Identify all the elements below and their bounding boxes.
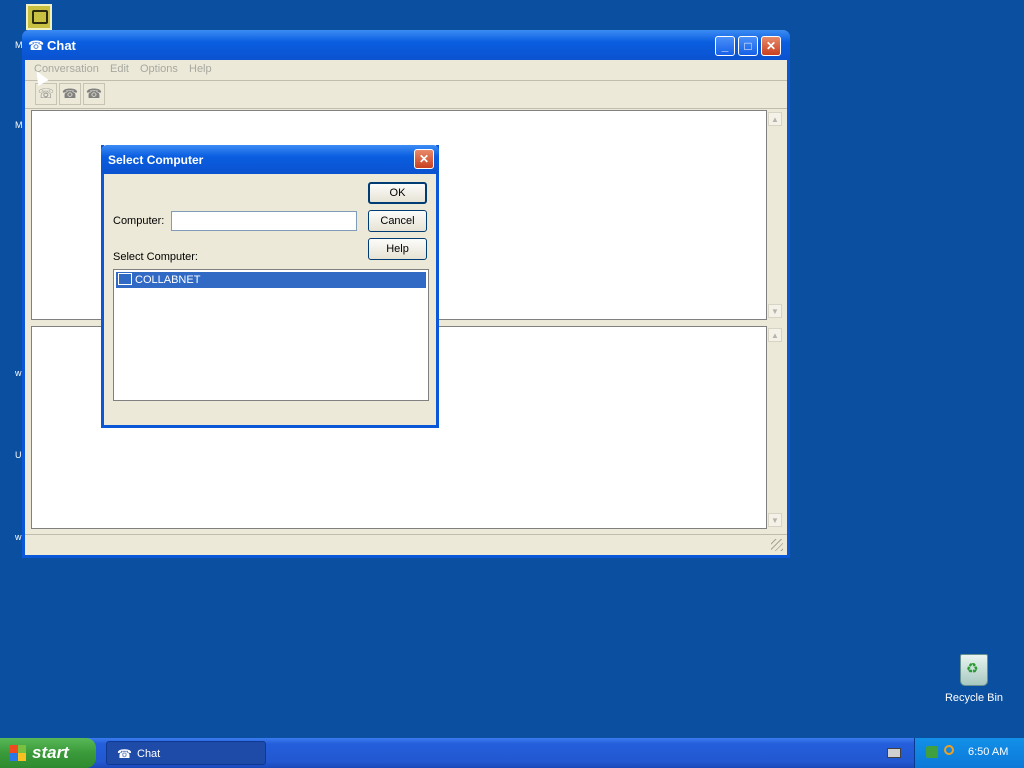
desktop-label-fragment: w <box>15 368 22 378</box>
status-bar <box>25 534 787 553</box>
select-computer-label: Select Computer: <box>113 251 198 263</box>
system-tray: 6:50 AM <box>914 738 1024 768</box>
scrollbar-local[interactable]: ▲ ▼ <box>767 326 784 529</box>
recycle-bin[interactable]: Recycle Bin <box>938 654 1010 704</box>
dial-icon[interactable]: ☏ <box>35 83 57 105</box>
chat-icon: ☎ <box>117 747 132 761</box>
help-button[interactable]: Help <box>368 238 427 260</box>
start-button[interactable]: start <box>0 738 96 768</box>
search-icon[interactable] <box>944 745 954 755</box>
list-item-label: COLLABNET <box>135 274 201 286</box>
start-label: start <box>32 743 69 762</box>
chat-icon: ☎ <box>28 38 45 53</box>
scroll-down-icon[interactable]: ▼ <box>768 513 782 527</box>
desktop-label-fragment: w <box>15 532 22 542</box>
scroll-down-icon[interactable]: ▼ <box>768 304 782 318</box>
cancel-button[interactable]: Cancel <box>368 210 427 232</box>
taskbar: start ☎ Chat 6:50 AM <box>0 738 1024 768</box>
answer-icon[interactable]: ☎ <box>59 83 81 105</box>
windows-logo-icon <box>10 745 26 761</box>
menu-edit[interactable]: Edit <box>110 63 129 75</box>
close-button[interactable]: ✕ <box>761 36 781 56</box>
list-item[interactable]: COLLABNET <box>116 272 426 288</box>
toolbar: ☏ ☎ ☎ <box>25 80 787 109</box>
dialog-title-bar[interactable]: Select Computer ✕ <box>101 145 439 174</box>
dialog-close-button[interactable]: ✕ <box>414 149 434 169</box>
menu-bar: Conversation Edit Options Help <box>25 60 787 81</box>
computer-icon <box>118 273 132 285</box>
hang-up-icon[interactable]: ☎ <box>83 83 105 105</box>
keyboard-icon[interactable] <box>887 748 901 758</box>
scroll-up-icon[interactable]: ▲ <box>768 112 782 126</box>
chat-title-bar[interactable]: ☎ Chat _ □ ✕ <box>22 30 790 60</box>
clock[interactable]: 6:50 AM <box>968 746 1008 758</box>
taskbar-item-label: Chat <box>137 748 161 760</box>
recycle-bin-icon <box>960 654 988 686</box>
minimize-button[interactable]: _ <box>715 36 735 56</box>
scrollbar-remote[interactable]: ▲ ▼ <box>767 110 784 320</box>
resize-grip-icon[interactable] <box>771 539 783 551</box>
dialog-title: Select Computer <box>108 153 204 167</box>
select-computer-dialog: Select Computer ✕ OK Cancel Help Compute… <box>101 145 439 428</box>
chat-app-icon[interactable] <box>26 4 52 30</box>
ok-button[interactable]: OK <box>368 182 427 204</box>
computer-label: Computer: <box>113 215 165 227</box>
desktop-label-fragment: U <box>15 450 22 460</box>
menu-help[interactable]: Help <box>189 63 212 75</box>
maximize-button[interactable]: □ <box>738 36 758 56</box>
computer-input[interactable] <box>171 211 357 231</box>
network-icon[interactable] <box>926 746 938 758</box>
scroll-up-icon[interactable]: ▲ <box>768 328 782 342</box>
chat-title: Chat <box>47 38 76 53</box>
recycle-bin-label: Recycle Bin <box>944 692 1004 704</box>
menu-options[interactable]: Options <box>140 63 178 75</box>
desktop: M M w U w Recycle Bin ☎ Chat _ □ ✕ Conve… <box>0 0 1024 738</box>
computer-list[interactable]: COLLABNET <box>113 269 429 401</box>
taskbar-item-chat[interactable]: ☎ Chat <box>106 741 266 765</box>
